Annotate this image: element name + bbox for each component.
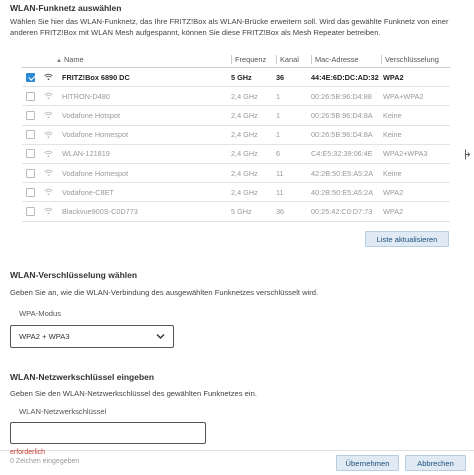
col-encryption[interactable]: Verschlüsselung [381, 55, 446, 64]
mouse-cursor-icon [465, 149, 471, 162]
apply-button[interactable]: Übernehmen [336, 455, 399, 471]
select-checkbox[interactable] [26, 206, 35, 216]
table-row[interactable]: Vodafone-C8ET 2,4 GHz 11 40:2B:50:E5:A5:2A W… [22, 183, 450, 203]
network-frequency: 2,4 GHz [231, 130, 258, 140]
select-checkbox[interactable] [26, 149, 35, 159]
wifi-icon [44, 207, 56, 215]
encryption-title: WLAN-Verschlüsselung wählen [10, 270, 138, 280]
network-name: Vodafone Homespot [62, 130, 129, 140]
wifi-icon [44, 150, 56, 158]
network-encryption: WPA2 [383, 72, 404, 82]
wifi-icon [44, 131, 56, 139]
network-encryption: WPA2 [383, 206, 404, 216]
wlan-select-description: Wählen Sie hier das WLAN-Funknetz, das I… [10, 17, 449, 37]
wifi-icon [44, 92, 56, 100]
select-checkbox[interactable] [26, 168, 35, 178]
encryption-description: Geben Sie an, wie die WLAN-Verbindung de… [10, 288, 319, 297]
table-header: ▲ Name Frequenz Kanal Mac-Adresse Verschl… [22, 52, 450, 68]
network-frequency: 2,4 GHz [231, 168, 258, 178]
network-channel: 11 [276, 168, 284, 178]
key-hint: erforderlich 0 Zeichen eingegeben [10, 449, 80, 466]
network-frequency: 2,4 GHz [231, 149, 258, 159]
key-title: WLAN-Netzwerkschlüssel eingeben [10, 372, 155, 382]
network-encryption: WPA2+WPA3 [383, 149, 428, 159]
table-row[interactable]: Blackvue900S-C0D773 5 GHz 36 00:25:42:C0:D7… [22, 202, 450, 222]
wpa-mode-label: WPA-Modus [19, 309, 62, 318]
required-hint: erforderlich [10, 449, 46, 456]
network-name: Blackvue900S-C0D773 [62, 206, 138, 216]
network-mac: 00:26:5B:96:D4:8A [311, 130, 373, 140]
network-frequency: 5 GHz [231, 72, 252, 82]
network-mac: 44:4E:6D:DC:AD:32 [311, 72, 379, 82]
network-channel: 36 [276, 72, 285, 82]
select-checkbox[interactable] [26, 91, 35, 101]
char-count-hint: 0 Zeichen eingegeben [10, 458, 80, 465]
col-name[interactable]: ▲ Name [56, 55, 231, 64]
key-input[interactable] [10, 422, 206, 444]
table-row[interactable]: Vodafone Hotspot 2,4 GHz 1 00:26:5B:96:D4:8… [22, 106, 450, 126]
network-mac: 00:26:5B:96:D4:88 [311, 91, 372, 101]
network-channel: 1 [276, 110, 281, 120]
network-table: ▲ Name Frequenz Kanal Mac-Adresse Verschl… [22, 52, 450, 222]
network-frequency: 2,4 GHz [231, 91, 258, 101]
network-name: HITRON-D480 [62, 91, 110, 101]
network-frequency: 5 GHz [231, 206, 252, 216]
col-frequency[interactable]: Frequenz [231, 55, 276, 64]
wifi-icon [44, 188, 56, 196]
wifi-icon [44, 111, 56, 119]
table-row[interactable]: WLAN-121819 2,4 GHz 6 C4:E5:32:39:06:4E WPA2… [22, 145, 450, 164]
network-channel: 1 [276, 130, 281, 140]
network-mac: 42:2B:50:E5:A5:2A [311, 168, 374, 178]
table-row[interactable]: Vodafone Homespot 2,4 GHz 11 42:2B:50:E5:A5… [22, 164, 450, 184]
network-mac: 00:26:5B:96:D4:8A [311, 110, 373, 120]
network-encryption: Keine [383, 130, 402, 140]
network-encryption: WPA+WPA2 [383, 91, 424, 101]
network-name: FRITZ!Box 6890 DC [62, 72, 130, 82]
wifi-icon [44, 73, 56, 81]
network-name: Vodafone-C8ET [62, 187, 114, 197]
cancel-button[interactable]: Abbrechen [405, 455, 466, 471]
select-checkbox[interactable] [26, 72, 35, 82]
select-checkbox[interactable] [26, 110, 35, 120]
col-channel[interactable]: Kanal [276, 55, 311, 64]
network-channel: 36 [276, 206, 285, 216]
col-mac[interactable]: Mac-Adresse [311, 55, 381, 64]
network-encryption: WPA2 [383, 187, 404, 197]
network-encryption: Keine [383, 110, 402, 120]
network-frequency: 2,4 GHz [231, 110, 258, 120]
network-mac: 00:25:42:C0:D7:73 [311, 206, 373, 216]
select-checkbox[interactable] [26, 130, 35, 140]
table-row[interactable]: Vodafone Homespot 2,4 GHz 1 00:26:5B:96:D4:… [22, 126, 450, 145]
key-description: Geben Sie den WLAN-Netzwerkschlüssel des… [10, 389, 257, 398]
network-mac: C4:E5:32:39:06:4E [311, 149, 373, 159]
key-label: WLAN-Netzwerkschlüssel [19, 407, 107, 416]
wpa-mode-value: WPA2 + WPA3 [19, 332, 70, 341]
wifi-icon [44, 169, 56, 177]
sort-up-icon: ▲ [56, 58, 62, 64]
select-checkbox[interactable] [26, 187, 35, 197]
network-name: Vodafone Hotspot [62, 110, 121, 120]
network-rows: FRITZ!Box 6890 DC 5 GHz 36 44:4E:6D:DC:AD:3… [22, 68, 450, 222]
table-row[interactable]: HITRON-D480 2,4 GHz 1 00:26:5B:96:D4:88 WPA+… [22, 87, 450, 107]
network-name: WLAN-121819 [62, 149, 110, 159]
network-channel: 1 [276, 91, 281, 101]
network-channel: 11 [276, 187, 284, 197]
refresh-list-button[interactable]: Liste aktualisieren [365, 231, 449, 247]
wpa-mode-select[interactable]: WPA2 + WPA3 [10, 325, 174, 348]
network-frequency: 2,4 GHz [231, 187, 258, 197]
network-encryption: Keine [383, 168, 402, 178]
network-channel: 6 [276, 149, 281, 159]
wlan-select-title: WLAN-Funknetz auswählen [10, 3, 122, 13]
chevron-down-icon [156, 333, 165, 342]
network-mac: 40:2B:50:E5:A5:2A [311, 187, 374, 197]
table-row[interactable]: FRITZ!Box 6890 DC 5 GHz 36 44:4E:6D:DC:AD:3… [22, 68, 450, 88]
network-name: Vodafone Homespot [62, 168, 129, 178]
